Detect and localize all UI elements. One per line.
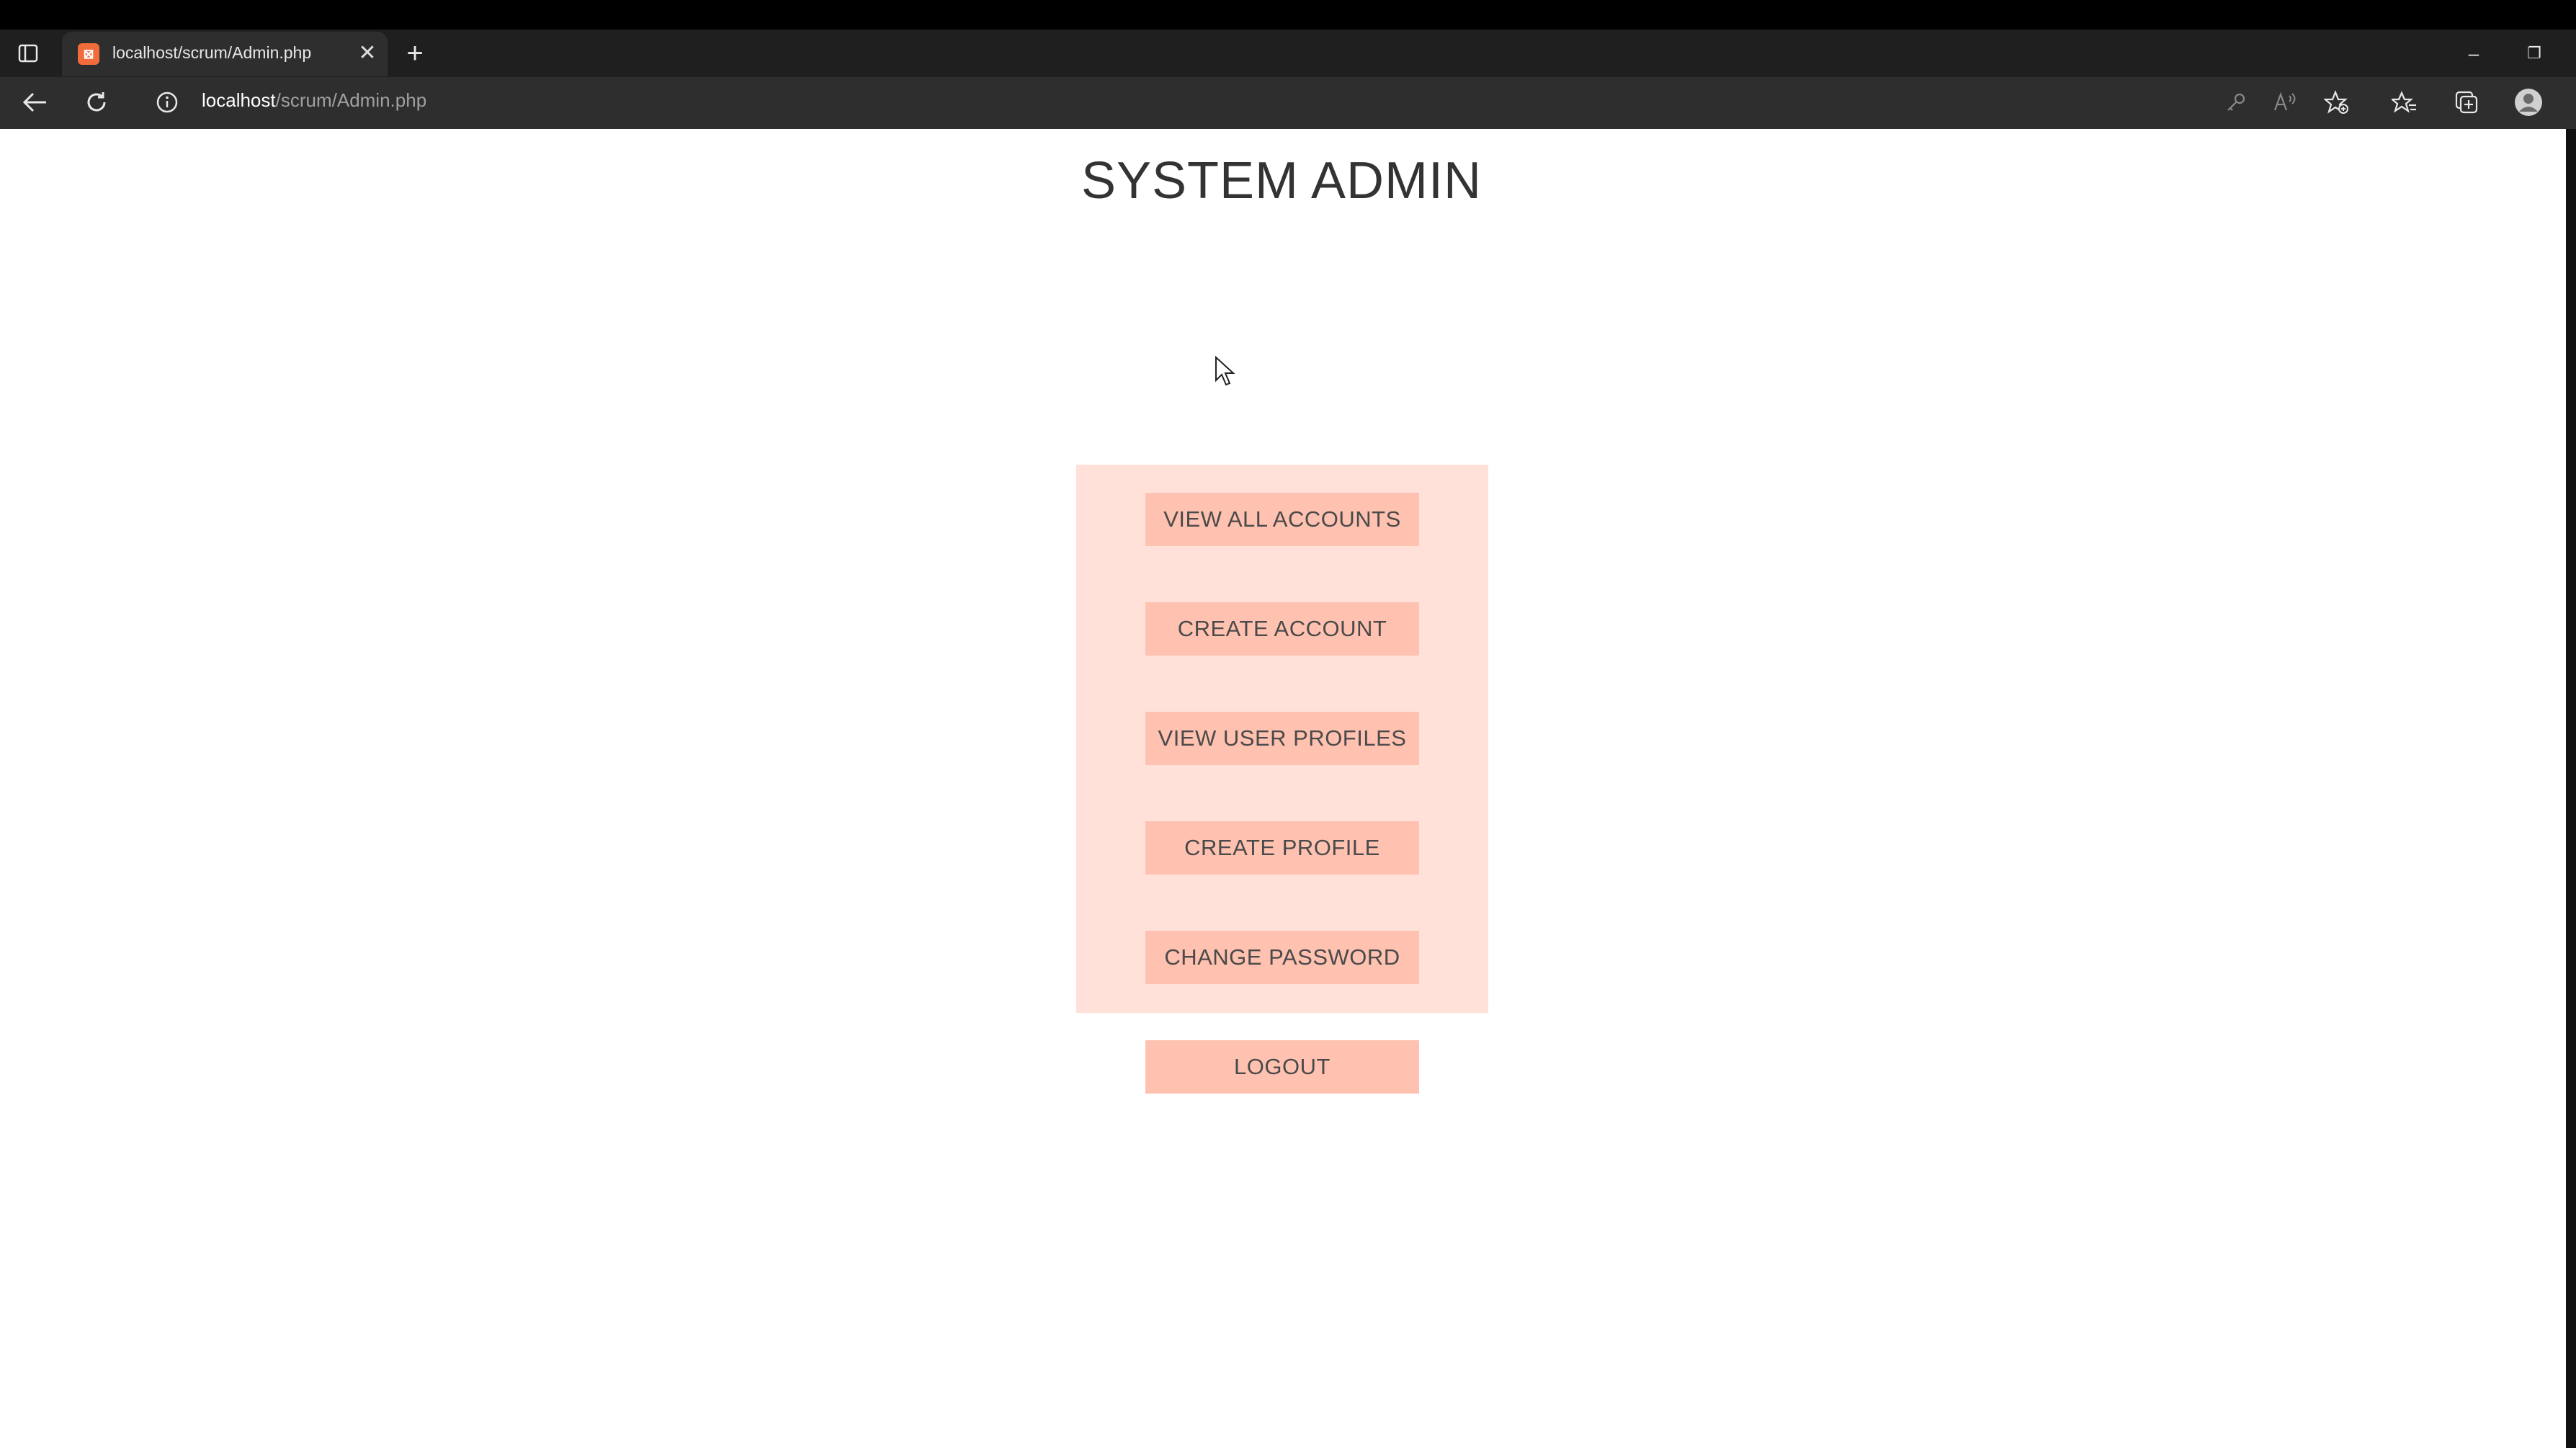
- reload-icon: [87, 92, 106, 112]
- profile-avatar-icon[interactable]: [2514, 88, 2543, 117]
- url-host: localhost: [202, 89, 276, 111]
- site-info-icon[interactable]: [156, 91, 179, 114]
- page-title: SYSTEM ADMIN: [1081, 152, 1482, 210]
- view-user-profiles-button[interactable]: VIEW USER PROFILES: [1145, 712, 1419, 765]
- password-key-icon[interactable]: [2222, 88, 2250, 117]
- tab-actions-button[interactable]: [16, 42, 40, 65]
- create-account-button[interactable]: CREATE ACCOUNT: [1145, 602, 1419, 656]
- window-edge: [2566, 129, 2576, 1448]
- mouse-cursor-icon: [1215, 355, 1236, 386]
- read-aloud-icon[interactable]: [2271, 88, 2299, 117]
- back-button[interactable]: [19, 86, 50, 118]
- tab-close-icon[interactable]: ✕: [356, 42, 379, 65]
- change-password-button[interactable]: CHANGE PASSWORD: [1145, 931, 1419, 984]
- browser-tab[interactable]: ⊠ localhost/scrum/Admin.php ✕: [62, 32, 388, 76]
- new-tab-button[interactable]: +: [401, 39, 429, 68]
- back-arrow-icon: [22, 92, 46, 112]
- top-strip: [0, 0, 2576, 30]
- reload-button[interactable]: [81, 86, 112, 118]
- view-all-accounts-button[interactable]: VIEW ALL ACCOUNTS: [1145, 493, 1419, 546]
- url-text[interactable]: localhost/scrum/Admin.php: [202, 89, 426, 112]
- tab-title: localhost/scrum/Admin.php: [112, 43, 312, 62]
- restore-button[interactable]: ❐: [2520, 40, 2549, 66]
- address-bar[interactable]: [137, 82, 2370, 122]
- minimize-button[interactable]: –: [2459, 40, 2488, 66]
- url-path: /scrum/Admin.php: [275, 89, 427, 111]
- create-profile-button[interactable]: CREATE PROFILE: [1145, 821, 1419, 875]
- tab-actions-icon: [18, 44, 38, 63]
- xampp-favicon-icon: ⊠: [78, 43, 99, 65]
- logout-button[interactable]: LOGOUT: [1145, 1040, 1419, 1094]
- collections-icon[interactable]: [2452, 88, 2481, 117]
- add-favorite-icon[interactable]: [2322, 88, 2351, 117]
- favorites-icon[interactable]: [2390, 88, 2419, 117]
